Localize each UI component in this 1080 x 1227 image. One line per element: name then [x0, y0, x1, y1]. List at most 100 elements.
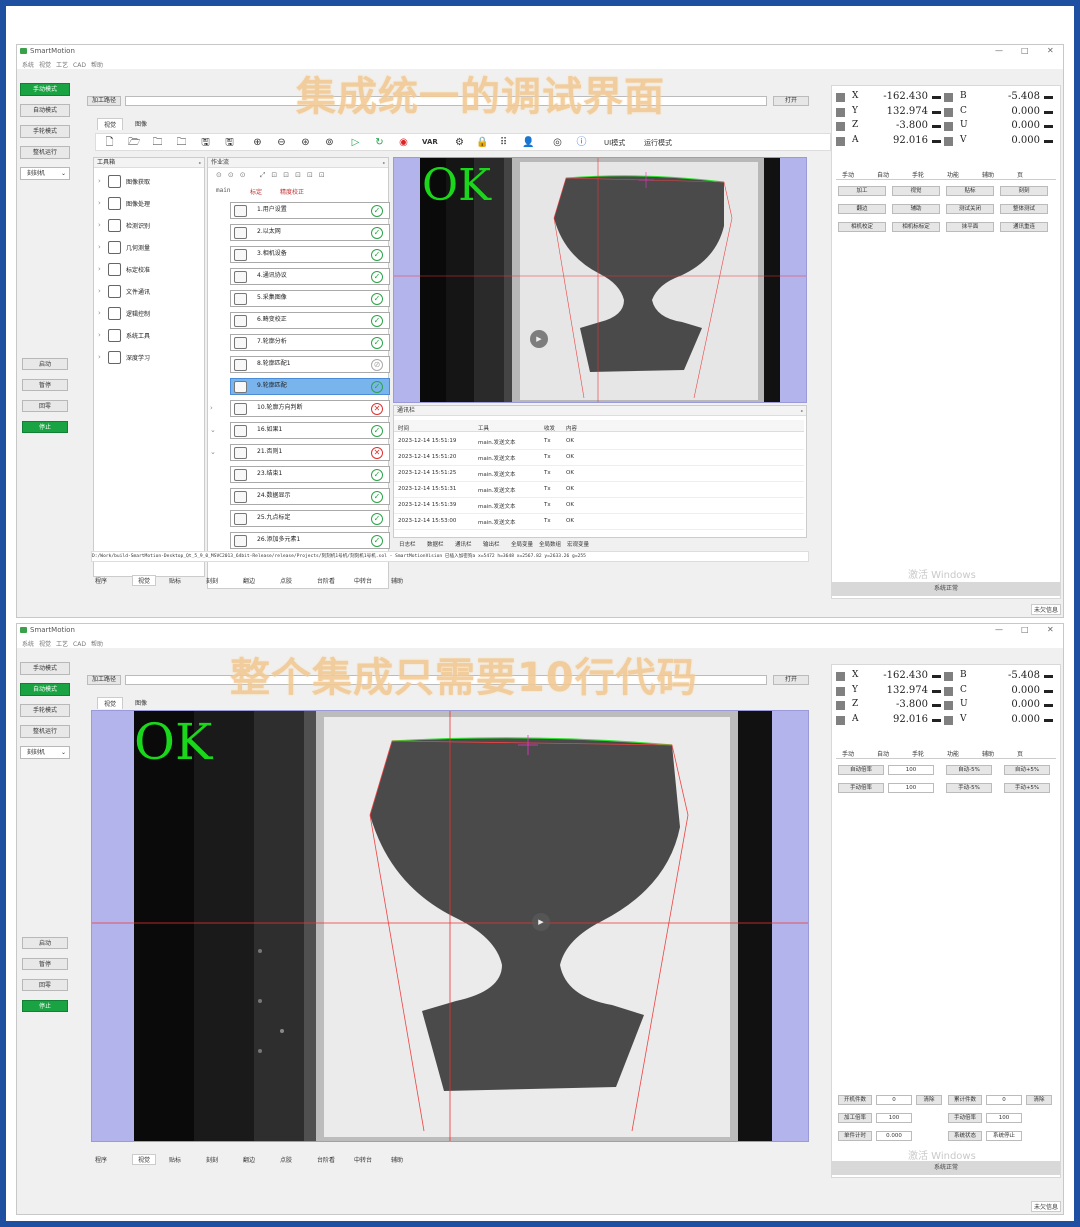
- counter-value[interactable]: 系统停止: [986, 1131, 1022, 1141]
- flow-item[interactable]: 2.以太网 ✓: [230, 224, 390, 241]
- menu-help[interactable]: 帮助: [91, 60, 103, 69]
- bottom-tab[interactable]: 贴标: [169, 576, 181, 585]
- user-icon[interactable]: 👤: [522, 137, 534, 148]
- menu-system[interactable]: 系统: [22, 639, 34, 648]
- log-tab[interactable]: 通讯栏: [455, 540, 472, 548]
- flow-tab-accuracy[interactable]: 精度校正: [280, 187, 304, 196]
- flow-item[interactable]: 21.否则1 ✕: [230, 444, 390, 461]
- flow-tab-calib[interactable]: 标定: [250, 187, 262, 196]
- start-button[interactable]: 启动: [22, 358, 68, 370]
- flow-item[interactable]: 23.结束1 ✓: [230, 466, 390, 483]
- menu-system[interactable]: 系统: [22, 60, 34, 69]
- right-tab[interactable]: 辅助: [982, 749, 994, 758]
- rate-decrease-button[interactable]: 自动-5%: [946, 765, 992, 775]
- machine-select[interactable]: 刻刻机: [20, 746, 70, 759]
- log-tab[interactable]: 输出栏: [483, 540, 500, 548]
- image-view[interactable]: OK ▶: [91, 710, 809, 1142]
- flow-item[interactable]: 8.轮廓匹配1 ⊘: [230, 356, 390, 373]
- stop-icon[interactable]: ◉: [398, 137, 409, 148]
- right-tab[interactable]: 功能: [947, 170, 959, 179]
- function-button[interactable]: 加工: [838, 186, 886, 196]
- stop-button[interactable]: 停止: [22, 421, 68, 433]
- flow-item[interactable]: 1.用户设置 ✓: [230, 202, 390, 219]
- menu-help[interactable]: 帮助: [91, 639, 103, 648]
- bottom-tab[interactable]: 台阶看: [317, 576, 335, 585]
- right-tab[interactable]: 页: [1017, 170, 1023, 179]
- pause-button[interactable]: 暂停: [22, 379, 68, 391]
- toolbox-item[interactable]: › 图像处理: [98, 196, 208, 212]
- bottom-tab[interactable]: 台阶看: [317, 1155, 335, 1164]
- menu-cad[interactable]: CAD: [73, 62, 86, 69]
- chevron-right-icon[interactable]: ›: [98, 265, 101, 273]
- tab-image[interactable]: 图像: [129, 697, 153, 708]
- auto-mode-button[interactable]: 自动模式: [20, 104, 70, 117]
- machine-select[interactable]: 刻刻机: [20, 167, 70, 180]
- flow-item[interactable]: 5.采集图像 ✓: [230, 290, 390, 307]
- log-tab[interactable]: 全局数组: [539, 540, 561, 548]
- toolbox-item[interactable]: › 标定校准: [98, 262, 208, 278]
- rate-increase-button[interactable]: 自动+5%: [1004, 765, 1050, 775]
- right-tab[interactable]: 手轮: [912, 170, 924, 179]
- open-folder-icon[interactable]: 🗀: [152, 137, 163, 148]
- function-button[interactable]: 视觉: [892, 186, 940, 196]
- right-tab[interactable]: 手动: [842, 170, 854, 179]
- save-as-icon[interactable]: 🖫: [224, 137, 235, 148]
- right-tab[interactable]: 自动: [877, 170, 889, 179]
- chevron-right-icon[interactable]: ›: [98, 177, 101, 185]
- counter-value[interactable]: 0: [986, 1095, 1022, 1105]
- bottom-tab[interactable]: 点胶: [280, 1155, 292, 1164]
- bottom-tab[interactable]: 视觉: [132, 1154, 157, 1165]
- save-icon[interactable]: 🖫: [200, 137, 211, 148]
- clear-button[interactable]: 清除: [1026, 1095, 1052, 1105]
- flow-close-icon[interactable]: ₓ: [382, 158, 385, 167]
- flow-item[interactable]: 10.轮廓方向判断 ✕: [230, 400, 390, 417]
- collapse-icon[interactable]: ›: [210, 404, 226, 412]
- run-once-icon[interactable]: ▷: [350, 137, 361, 148]
- toolbox-item[interactable]: › 检测识别: [98, 218, 208, 234]
- close-button[interactable]: ✕: [1047, 46, 1054, 55]
- play-icon[interactable]: ▶: [530, 330, 548, 348]
- tab-vision[interactable]: 视觉: [97, 697, 124, 709]
- flow-tab-main[interactable]: main: [216, 187, 230, 194]
- manual-mode-button[interactable]: 手动模式: [20, 83, 70, 96]
- info-icon[interactable]: ⓘ: [576, 137, 587, 148]
- grid-icon[interactable]: ⠿: [498, 137, 509, 148]
- flow-item[interactable]: 16.如果1 ✓: [230, 422, 390, 439]
- counter-value[interactable]: 0.000: [876, 1131, 912, 1141]
- chevron-right-icon[interactable]: ›: [98, 199, 101, 207]
- rate-decrease-button[interactable]: 手动-5%: [946, 783, 992, 793]
- log-tab[interactable]: 宏观变量: [567, 540, 589, 548]
- toolbox-item[interactable]: › 图像获取: [98, 174, 208, 190]
- function-button[interactable]: 翻边: [838, 204, 886, 214]
- chevron-right-icon[interactable]: ›: [98, 331, 101, 339]
- menu-vision[interactable]: 视觉: [39, 639, 51, 648]
- menu-process[interactable]: 工艺: [56, 60, 68, 69]
- function-button[interactable]: 相机标标定: [892, 222, 940, 232]
- bottom-tab[interactable]: 中转台: [354, 576, 372, 585]
- collapse-icon[interactable]: ⌄: [210, 448, 226, 456]
- clear-button[interactable]: 清除: [916, 1095, 942, 1105]
- toolbox-item[interactable]: › 几何测量: [98, 240, 208, 256]
- zoom-fit-icon[interactable]: ⊛: [300, 137, 311, 148]
- zoom-reset-icon[interactable]: ⊚: [324, 137, 335, 148]
- counter-value[interactable]: 0: [876, 1095, 912, 1105]
- open-button[interactable]: 打开: [773, 675, 809, 685]
- function-button[interactable]: 通讯重连: [1000, 222, 1048, 232]
- flow-item[interactable]: 24.数据显示 ✓: [230, 488, 390, 505]
- home-button[interactable]: 回零: [22, 400, 68, 412]
- function-button[interactable]: 相机校定: [838, 222, 886, 232]
- rate-value[interactable]: 100: [888, 765, 934, 775]
- stop-button[interactable]: 停止: [22, 1000, 68, 1012]
- open-button[interactable]: 打开: [773, 96, 809, 106]
- right-tab[interactable]: 手轮: [912, 749, 924, 758]
- info-corner[interactable]: 未欠信息: [1030, 1201, 1061, 1212]
- flow-item[interactable]: 7.轮廓分析 ✓: [230, 334, 390, 351]
- run-loop-icon[interactable]: ↻: [374, 137, 385, 148]
- collapse-icon[interactable]: ⌄: [210, 426, 226, 434]
- machine-run-button[interactable]: 整机运行: [20, 725, 70, 738]
- home-button[interactable]: 回零: [22, 979, 68, 991]
- bottom-tab[interactable]: 中转台: [354, 1155, 372, 1164]
- bottom-tab[interactable]: 刻刻: [206, 1155, 218, 1164]
- play-icon[interactable]: ▶: [532, 913, 550, 931]
- flow-item[interactable]: 6.畸变校正 ✓: [230, 312, 390, 329]
